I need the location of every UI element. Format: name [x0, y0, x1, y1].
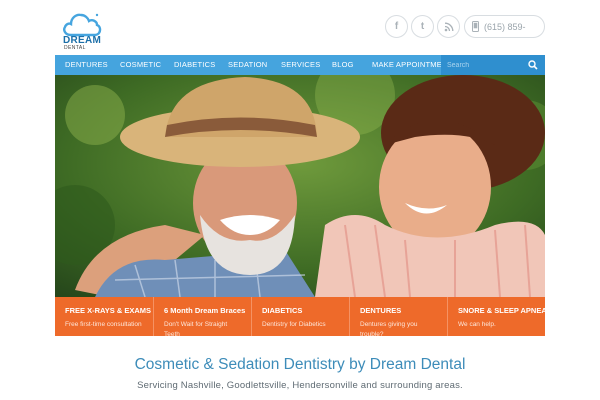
nav-item-sedation[interactable]: SEDATION — [228, 60, 267, 69]
rss-icon — [444, 22, 453, 31]
feature-title: 6 Month Dream Braces — [164, 306, 246, 315]
search-input[interactable] — [447, 61, 527, 69]
feature-dentures[interactable]: DENTURES Dentures giving you trouble? — [349, 297, 447, 336]
nav-item-blog[interactable]: BLOG — [332, 60, 354, 69]
nav-item-diabetics[interactable]: DIABETICS — [174, 60, 215, 69]
feature-subtitle: Don't Wait for Straight Teeth — [164, 321, 228, 336]
phone-pill[interactable]: (615) 859- — [464, 15, 545, 38]
feature-strip: FREE X-RAYS & EXAMS Free first-time cons… — [55, 297, 545, 336]
twitter-icon: t — [420, 21, 425, 32]
rss-button[interactable] — [437, 15, 460, 38]
facebook-button[interactable]: f — [385, 15, 408, 38]
twitter-button[interactable]: t — [411, 15, 434, 38]
feature-diabetics[interactable]: DIABETICS Dentistry for Diabetics — [251, 297, 349, 336]
feature-title: SNORE & SLEEP APNEA — [458, 306, 545, 315]
hero-couple-photo — [55, 75, 545, 297]
feature-subtitle: Dentures giving you trouble? — [360, 321, 418, 336]
cloud-logo-icon — [63, 13, 102, 37]
page-subheadline: Servicing Nashville, Goodlettsville, Hen… — [137, 380, 463, 391]
page: DREAM DENTAL f t (615) 859- DENTURES COS… — [0, 0, 600, 400]
hero-image — [55, 75, 545, 297]
phone-icon — [472, 21, 479, 32]
feature-subtitle: We can help. — [458, 321, 496, 328]
page-headline: Cosmetic & Sedation Dentistry by Dream D… — [134, 356, 466, 373]
nav-item-dentures[interactable]: DENTURES — [65, 60, 108, 69]
nav-item-services[interactable]: SERVICES — [281, 60, 320, 69]
phone-number: (615) 859- — [484, 21, 526, 32]
feature-subtitle: Free first-time consultation — [65, 321, 142, 328]
facebook-icon: f — [394, 21, 399, 32]
feature-title: DIABETICS — [262, 306, 303, 315]
feature-title: DENTURES — [360, 306, 402, 315]
search-box — [441, 55, 545, 75]
nav-item-cosmetic[interactable]: COSMETIC — [120, 60, 161, 69]
logo-subtext: DENTAL — [64, 45, 86, 51]
feature-braces[interactable]: 6 Month Dream Braces Don't Wait for Stra… — [153, 297, 251, 336]
feature-snore-sleep-apnea[interactable]: SNORE & SLEEP APNEA We can help. — [447, 297, 545, 336]
search-icon[interactable] — [528, 60, 538, 70]
feature-subtitle: Dentistry for Diabetics — [262, 321, 326, 328]
feature-title: FREE X-RAYS & EXAMS — [65, 306, 151, 315]
feature-free-xrays[interactable]: FREE X-RAYS & EXAMS Free first-time cons… — [55, 297, 153, 336]
